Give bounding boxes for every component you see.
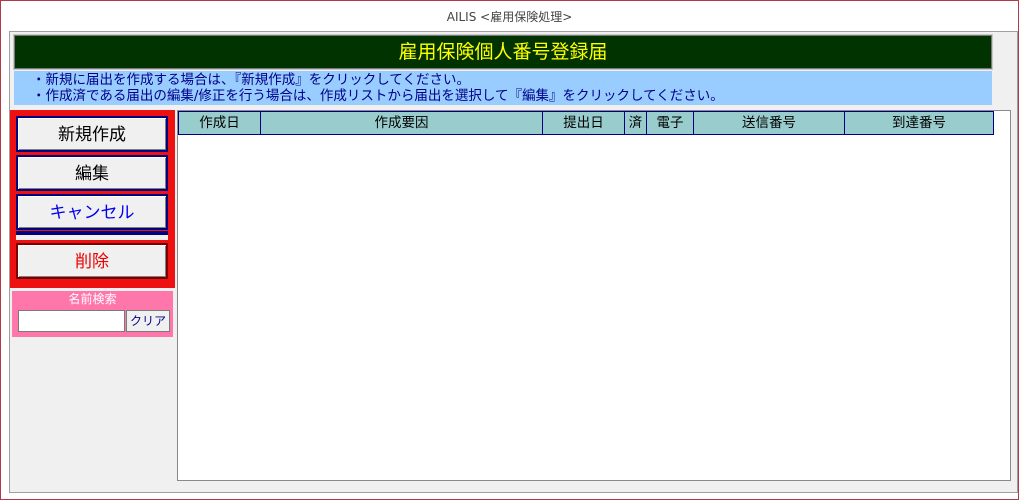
instructions: ・新規に届出を作成する場合は、『新規作成』をクリックしてください。 ・作成済であ… — [14, 71, 992, 105]
clear-button[interactable]: クリア — [126, 310, 170, 332]
name-search-input[interactable] — [18, 310, 125, 332]
list-header: 作成日 作成要因 提出日 済 電子 送信番号 到達番号 — [178, 111, 994, 135]
column-header-done[interactable]: 済 — [625, 111, 647, 134]
instruction-line-2: ・作成済である届出の編集/修正を行う場合は、作成リストから届出を選択して『編集』… — [32, 88, 724, 104]
column-header-electronic[interactable]: 電子 — [647, 111, 694, 134]
window-title: AILIS <雇用保険処理> — [446, 10, 573, 24]
main-panel: 雇用保険個人番号登録届 ・新規に届出を作成する場合は、『新規作成』をクリックして… — [9, 31, 1018, 493]
app-window: AILIS <雇用保険処理> 雇用保険個人番号登録届 ・新規に届出を作成する場合… — [0, 0, 1019, 500]
action-button-panel: 新規作成 編集 キャンセル 削除 — [10, 110, 175, 288]
cancel-button[interactable]: キャンセル — [16, 194, 168, 230]
column-header-send-number[interactable]: 送信番号 — [694, 111, 845, 134]
column-header-created-date[interactable]: 作成日 — [178, 111, 261, 134]
edit-button[interactable]: 編集 — [16, 155, 168, 191]
column-header-creation-reason[interactable]: 作成要因 — [261, 111, 543, 134]
button-gap — [16, 235, 168, 240]
name-search-panel: 名前検索 クリア — [12, 291, 173, 337]
new-button[interactable]: 新規作成 — [16, 116, 168, 152]
document-list[interactable]: 作成日 作成要因 提出日 済 電子 送信番号 到達番号 — [177, 110, 1011, 481]
delete-button[interactable]: 削除 — [16, 243, 168, 279]
page-title: 雇用保険個人番号登録届 — [13, 34, 993, 70]
name-search-label: 名前検索 — [68, 292, 117, 306]
column-header-submit-date[interactable]: 提出日 — [543, 111, 625, 134]
instruction-line-1: ・新規に届出を作成する場合は、『新規作成』をクリックしてください。 — [32, 72, 470, 88]
column-header-arrival-number[interactable]: 到達番号 — [845, 111, 994, 134]
